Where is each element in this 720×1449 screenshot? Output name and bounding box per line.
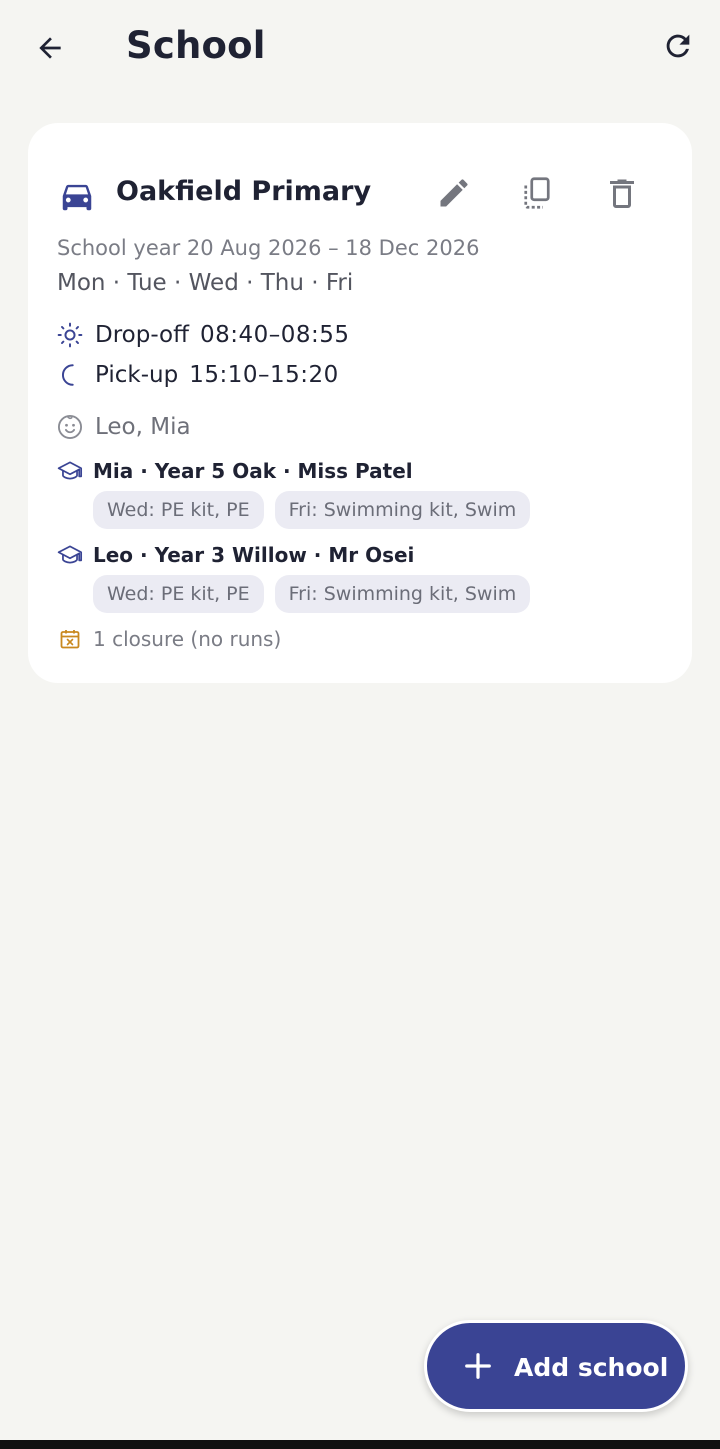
arrow-left-icon [39, 37, 61, 59]
delete-school-button[interactable] [600, 171, 644, 215]
dropoff-time: 08:40–08:55 [199, 322, 350, 348]
kit-chip[interactable]: Wed: PE kit, PE [93, 575, 264, 613]
kit-chip[interactable]: Fri: Swimming kit, Swim [274, 491, 531, 529]
page-title: School [126, 24, 266, 67]
copy-icon [524, 177, 550, 209]
refresh-icon [666, 34, 690, 58]
graduation-cap-icon [57, 545, 83, 564]
refresh-button[interactable] [656, 24, 700, 68]
closure-count: 1 closure (no runs) [93, 627, 282, 651]
school-year-range: School year 20 Aug 2026 – 18 Dec 2026 [57, 236, 480, 260]
class-row: Leo · Year 3 Willow · Mr Osei [56, 541, 414, 569]
sun-icon [57, 322, 83, 348]
add-school-label: Add school [514, 1353, 669, 1382]
trash-icon [610, 179, 634, 208]
add-school-button[interactable]: Add school [424, 1320, 688, 1412]
pickup-time: 15:10–15:20 [189, 362, 339, 388]
car-icon [62, 184, 92, 211]
kit-chip[interactable]: Wed: PE kit, PE [93, 491, 264, 529]
pencil-icon [440, 179, 468, 207]
children-names: Leo, Mia [95, 414, 191, 440]
plus-icon [465, 1353, 491, 1379]
school-weekdays: Mon · Tue · Wed · Thu · Fri [57, 270, 354, 296]
pickup-label: Pick-up [95, 362, 179, 388]
duplicate-school-button[interactable] [515, 171, 559, 215]
moon-icon [61, 364, 74, 386]
closure-row: 1 closure (no runs) [56, 625, 281, 653]
kit-chips: Wed: PE kit, PE Fri: Swimming kit, Swim [93, 575, 531, 613]
kit-chips: Wed: PE kit, PE Fri: Swimming kit, Swim [93, 491, 531, 529]
graduation-cap-icon [57, 461, 83, 480]
class-info: Leo · Year 3 Willow · Mr Osei [93, 543, 415, 567]
pickup-row: Pick-up 15:10–15:20 [56, 361, 339, 389]
calendar-x-icon [60, 630, 80, 649]
class-info: Mia · Year 5 Oak · Miss Patel [93, 459, 413, 483]
child-face-icon [57, 414, 83, 440]
kit-chip[interactable]: Fri: Swimming kit, Swim [274, 575, 531, 613]
dropoff-row: Drop-off 08:40–08:55 [56, 321, 350, 349]
top-app-bar: School [0, 0, 720, 96]
school-card[interactable]: Oakfield Primary School year 20 Aug 2026… [28, 123, 692, 683]
school-name: Oakfield Primary [116, 176, 372, 207]
dropoff-label: Drop-off [95, 322, 189, 348]
children-row: Leo, Mia [56, 413, 191, 441]
navigation-bar [0, 1440, 720, 1449]
back-button[interactable] [28, 26, 72, 70]
class-row: Mia · Year 5 Oak · Miss Patel [56, 457, 413, 485]
edit-school-button[interactable] [432, 171, 476, 215]
